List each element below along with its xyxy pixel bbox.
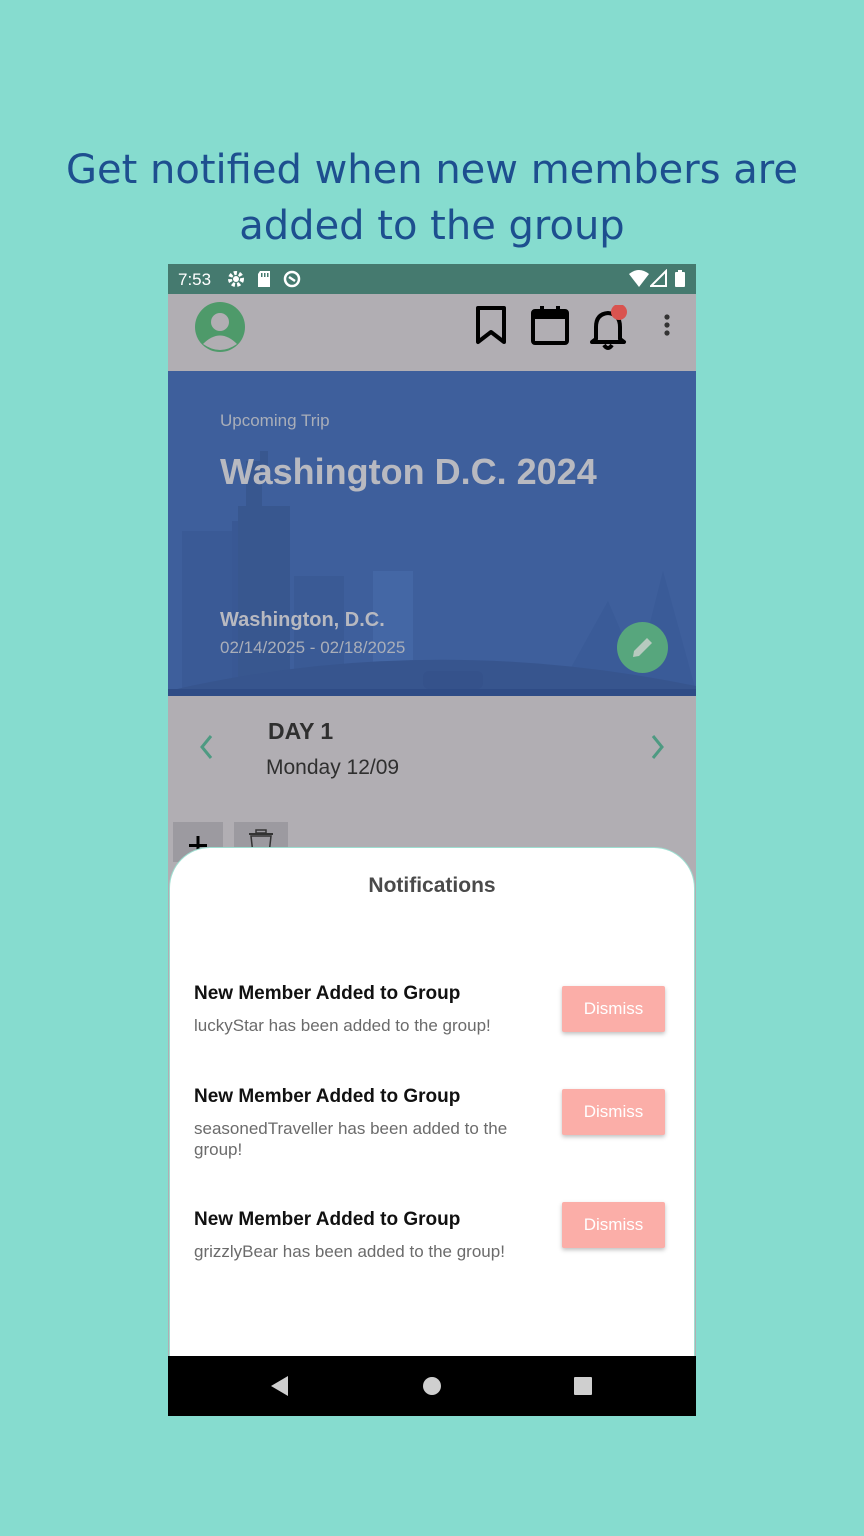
day-title: DAY 1 — [268, 718, 334, 744]
dismiss-button[interactable]: Dismiss — [562, 986, 665, 1032]
more-vert-icon[interactable] — [660, 312, 674, 342]
back-icon[interactable] — [268, 1373, 290, 1399]
notification-body: luckyStar has been added to the group! — [194, 1016, 491, 1035]
data-saver-icon — [283, 270, 301, 288]
notification-item: New Member Added to Group seasonedTravel… — [194, 1086, 672, 1166]
day-date: Monday 12/09 — [266, 756, 400, 779]
notifications-sheet: Notifications New Member Added to Group … — [170, 848, 694, 1368]
pencil-icon — [633, 638, 652, 657]
notifications-header: Notifications — [368, 874, 496, 897]
day-selector: DAY 1 Monday 12/09 — [168, 696, 696, 816]
promo-line-1: Get notified when new members are — [66, 147, 798, 193]
chevron-left-icon[interactable] — [196, 732, 218, 762]
trip-label: Upcoming Trip — [220, 411, 330, 430]
notification-title: New Member Added to Group — [194, 1086, 461, 1107]
calendar-icon[interactable] — [530, 305, 570, 347]
system-nav-bar — [168, 1356, 696, 1416]
promo-line-2: added to the group — [239, 203, 625, 249]
notification-body: grizzlyBear has been added to the group! — [194, 1242, 505, 1261]
app-bar — [168, 294, 696, 371]
sd-card-icon — [258, 271, 270, 287]
battery-icon — [675, 270, 685, 287]
dismiss-button[interactable]: Dismiss — [562, 1202, 665, 1248]
bookmark-icon[interactable] — [474, 305, 508, 345]
trip-dates: 02/14/2025 - 02/18/2025 — [220, 638, 406, 657]
trip-title: Washington D.C. 2024 — [220, 451, 597, 492]
notification-dot — [611, 305, 627, 320]
notification-title: New Member Added to Group — [194, 1209, 461, 1230]
wifi-icon — [629, 270, 649, 287]
trip-hero[interactable]: Upcoming Trip Washington D.C. 2024 Washi… — [168, 371, 696, 696]
status-bar: 7:53 — [168, 264, 696, 294]
edit-trip-button[interactable] — [617, 622, 668, 673]
status-time: 7:53 — [178, 270, 212, 289]
promo-caption: Get notified when new members are added … — [0, 142, 864, 254]
notification-item: New Member Added to Group grizzlyBear ha… — [194, 1202, 672, 1279]
gear-icon — [228, 271, 244, 287]
notification-body: seasonedTraveller has been added to the … — [194, 1119, 508, 1159]
recents-icon[interactable] — [572, 1373, 594, 1399]
dismiss-button[interactable]: Dismiss — [562, 1089, 665, 1135]
notification-title: New Member Added to Group — [194, 983, 461, 1004]
trip-location: Washington, D.C. — [220, 609, 385, 631]
bell-icon[interactable] — [590, 305, 630, 351]
signal-icon — [650, 269, 667, 287]
chevron-right-icon[interactable] — [646, 732, 668, 762]
phone-screen: 7:53 Upcoming Trip Washington D.C. 2024 … — [168, 264, 696, 1416]
avatar-icon[interactable] — [195, 302, 245, 352]
home-icon[interactable] — [421, 1373, 443, 1399]
notification-item: New Member Added to Group luckyStar has … — [194, 983, 672, 1053]
